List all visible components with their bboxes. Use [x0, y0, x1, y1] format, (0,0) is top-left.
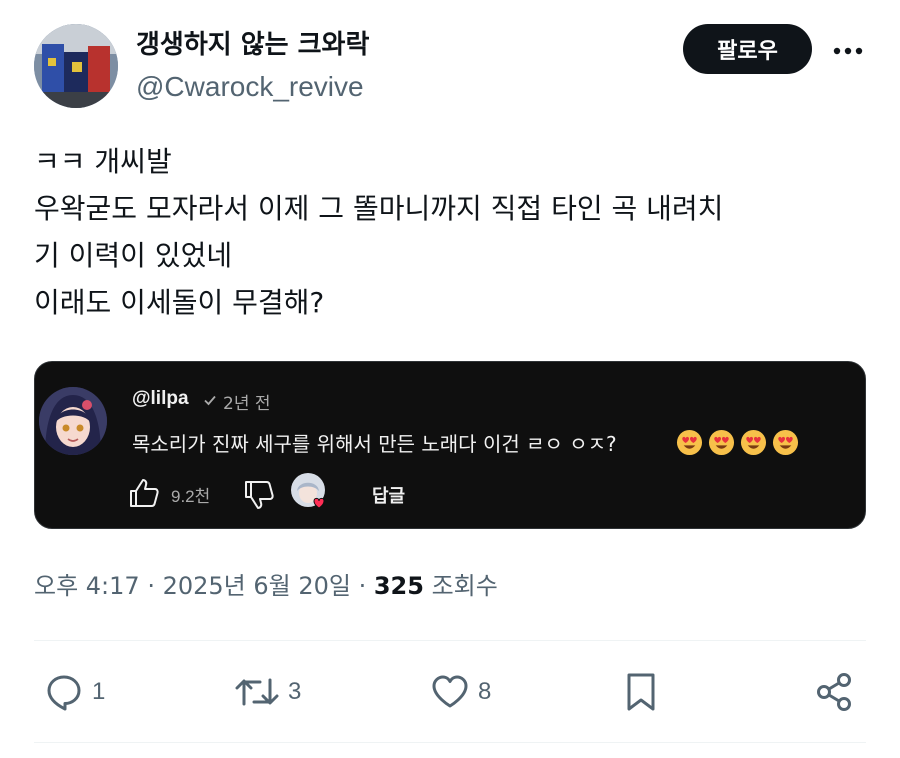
reply-action[interactable]: 1	[44, 664, 105, 720]
like-action[interactable]: 8	[430, 664, 491, 720]
thumbs-up-icon	[127, 476, 161, 510]
heart-icon	[430, 672, 470, 712]
views-count: 325	[373, 572, 424, 600]
tweet-meta: 오후 4:17 · 2025년 6월 20일 · 325 조회수	[34, 568, 498, 604]
views-label: 조회수	[423, 572, 498, 600]
bookmark-action[interactable]	[624, 664, 658, 720]
emoji-group	[676, 429, 799, 456]
comment-time: 2년 전	[223, 394, 271, 414]
heart-eyes-emoji	[740, 429, 767, 456]
like-count-tweet: 8	[478, 678, 492, 705]
retweet-icon	[234, 672, 280, 712]
follow-button[interactable]: 팔로우	[683, 24, 812, 74]
heart-eyes-emoji	[676, 429, 703, 456]
reply-icon	[44, 672, 84, 712]
meta-separator: ·	[350, 572, 374, 600]
retweet-action[interactable]: 3	[234, 664, 301, 720]
bookmark-icon	[624, 671, 658, 713]
tweet-date[interactable]: 2025년 6월 20일	[163, 572, 351, 600]
commenter-avatar	[39, 387, 107, 455]
reply-button: 답글	[372, 486, 406, 507]
comment-text: 목소리가 진짜 세구를 위해서 만든 노래다 이건 ㄹㅇ ㅇㅈ?	[132, 432, 617, 456]
tweet-line: ㅋㅋ 개씨발	[34, 145, 172, 178]
thumbs-down-icon	[242, 478, 276, 512]
tweet-header: 갱생하지 않는 크와락 @Cwarock_revive 팔로우	[34, 24, 866, 114]
author-display-name[interactable]: 갱생하지 않는 크와락	[136, 28, 369, 62]
tweet-line: 이래도 이세돌이 무결해?	[34, 286, 325, 319]
more-options-button[interactable]	[830, 34, 866, 64]
tweet-text: ㅋㅋ 개씨발 우왁굳도 모자라서 이제 그 똘마니까지 직접 타인 곡 내려치 …	[34, 138, 866, 326]
commenter-username: @lilpa	[132, 388, 189, 409]
tweet-line: 기 이력이 있었네	[34, 239, 233, 272]
heart-eyes-emoji	[772, 429, 799, 456]
share-action[interactable]	[814, 664, 856, 720]
reply-count: 1	[92, 678, 106, 705]
author-handle[interactable]: @Cwarock_revive	[136, 70, 364, 104]
more-horizontal-icon	[833, 40, 863, 59]
retweet-count: 3	[288, 678, 302, 705]
creator-heart-icon	[289, 471, 331, 513]
tweet-time[interactable]: 오후 4:17	[34, 572, 140, 600]
tweet-line: 우왁굳도 모자라서 이제 그 똘마니까지 직접 타인 곡 내려치	[34, 192, 724, 225]
action-bar: 1 3 8	[34, 664, 866, 724]
meta-separator: ·	[139, 572, 163, 600]
share-icon	[814, 671, 856, 713]
divider	[34, 742, 866, 743]
author-avatar[interactable]	[34, 24, 118, 108]
check-icon	[203, 392, 217, 411]
like-count: 9.2천	[171, 487, 211, 506]
heart-eyes-emoji	[708, 429, 735, 456]
divider	[34, 640, 866, 641]
attached-image[interactable]: @lilpa 2년 전 목소리가 진짜 세구를 위해서 만든 노래다 이건 ㄹㅇ…	[34, 361, 866, 529]
